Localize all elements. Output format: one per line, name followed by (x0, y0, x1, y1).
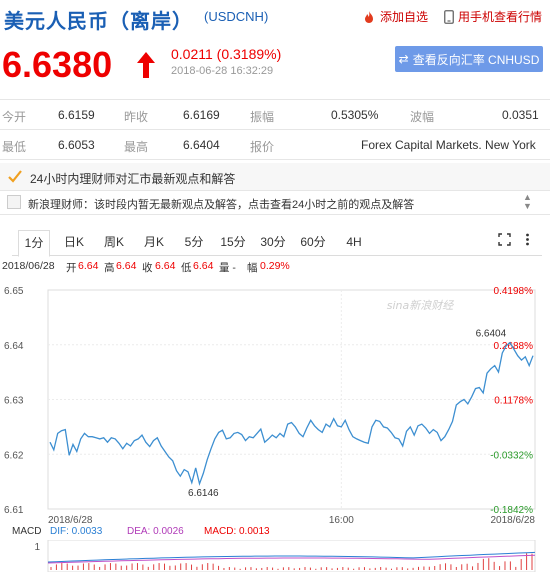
info-amp-label: 幅 (247, 262, 258, 274)
reverse-rate-button[interactable]: ⇄ 查看反向汇率 CNHUSD (395, 46, 543, 72)
high-value: 6.6404 (183, 138, 220, 152)
check-icon (8, 170, 22, 183)
stats-row: 最低 6.6053 最高 6.6404 报价 Forex Capital Mar… (0, 130, 550, 160)
news-text: 新浪理财师：该时段内暂无最新观点及解答，点击查看24小时之前的观点及解答 (28, 199, 415, 211)
info-open-label: 开 (66, 262, 77, 274)
header: 美元人民币（离岸） (USDCNH) 添加自选 用手机查看行情 (0, 0, 550, 34)
y-tick-label: 6.64 (4, 341, 24, 352)
x-tick-label: 16:00 (329, 515, 354, 526)
chart-tabs: 1分 日K 周K 月K 5分 15分 30分 60分 4H (12, 230, 542, 257)
macd-axis-label: 1 (34, 542, 40, 553)
info-volume: 量 - (219, 262, 236, 274)
pct-tick-label: 0.2688% (494, 341, 534, 352)
macd-chart: 1 (34, 540, 536, 572)
news-headline: 24小时内理财师对汇市最新观点和解答 (30, 172, 236, 186)
tab-60min[interactable]: 60分 (299, 230, 327, 256)
info-low: 6.64 (193, 260, 214, 272)
info-close: 6.64 (155, 260, 176, 272)
x-tick-label: 2018/6/28 (48, 515, 93, 526)
phone-icon (444, 9, 454, 24)
prev-close-value: 6.6169 (183, 108, 220, 122)
symbol-code: (USDCNH) (204, 9, 269, 24)
quote-panel: 6.6380 0.0211 (0.3189%) 2018-06-28 16:32… (0, 40, 550, 88)
low-value: 6.6053 (58, 138, 95, 152)
y-tick-label: 6.63 (4, 396, 24, 407)
add-favorite-label: 添加自选 (380, 10, 429, 24)
x-tick-label: 2018/6/28 (491, 515, 536, 526)
macd-label: MACD (12, 526, 42, 537)
open-label: 今开 (2, 110, 27, 124)
tab-4h[interactable]: 4H (342, 230, 366, 256)
more-menu-icon[interactable] (521, 233, 534, 246)
low-label: 最低 (2, 140, 27, 154)
avatar (7, 195, 21, 209)
quote-source-value: Forex Capital Markets. New York (361, 138, 536, 152)
ohlc-info: 2018/06/28 开 6.64 高 6.64 收 6.64 低 6.64 量… (0, 258, 550, 274)
pct-tick-label: -0.0332% (490, 450, 533, 461)
mobile-view-label: 用手机查看行情 (458, 10, 543, 24)
info-amp: 0.29% (260, 260, 290, 272)
news-item[interactable]: 新浪理财师：该时段内暂无最新观点及解答，点击查看24小时之前的观点及解答 ▲ ▼ (0, 191, 550, 215)
stats-table: 今开 6.6159 昨收 6.6169 振幅 0.5305% 波幅 0.0351… (0, 99, 550, 160)
reverse-rate-label: 查看反向汇率 CNHUSD (412, 52, 540, 67)
amplitude-label: 振幅 (250, 110, 275, 124)
price-change: 0.0211 (0.3189%) (171, 46, 282, 62)
tab-15min[interactable]: 15分 (219, 230, 247, 256)
tab-week[interactable]: 周K (102, 230, 126, 256)
y-tick-label: 6.61 (4, 505, 24, 516)
tab-5min[interactable]: 5分 (182, 230, 206, 256)
high-label: 最高 (124, 140, 149, 154)
amplitude-value: 0.5305% (331, 108, 379, 122)
flame-icon (365, 10, 373, 23)
quote-source-label: 报价 (250, 140, 275, 154)
prev-close-label: 昨收 (124, 110, 149, 124)
info-high: 6.64 (116, 260, 137, 272)
tab-day[interactable]: 日K (62, 230, 86, 256)
current-price: 6.6380 (2, 44, 113, 85)
chart-tools (498, 233, 534, 246)
tab-30min[interactable]: 30分 (259, 230, 287, 256)
arrow-up-icon (137, 52, 155, 78)
intraday-chart[interactable]: 6.65 0.4198% 6.64 0.2688% 6.63 0.1178% 6.62 -0.… (0, 276, 550, 526)
y-tick-label: 6.65 (4, 286, 24, 297)
wave-label: 波幅 (410, 110, 435, 124)
info-low-label: 低 (181, 262, 192, 274)
macd-legend: MACD DIF: 0.0033 DEA: 0.0026 MACD: 0.001… (0, 526, 550, 540)
quote-time: 2018-06-28 16:32:29 (171, 65, 274, 77)
y-tick-label: 6.62 (4, 450, 24, 461)
pct-tick-label: 0.1178% (494, 396, 533, 407)
open-value: 6.6159 (58, 108, 95, 122)
extreme-label: 6.6404 (476, 329, 507, 340)
add-favorite-button[interactable]: 添加自选 (362, 8, 428, 25)
wave-value: 0.0351 (502, 108, 539, 122)
expand-chevron-icon[interactable]: ▲ ▼ (523, 193, 532, 211)
info-close-label: 收 (142, 262, 153, 274)
extreme-label: 6.6146 (188, 488, 219, 499)
fullscreen-icon[interactable] (498, 233, 511, 246)
watermark-logo: sina新浪财经 (387, 299, 454, 312)
tab-1min[interactable]: 1分 (18, 230, 50, 257)
pct-tick-label: 0.4198% (494, 286, 534, 297)
info-open: 6.64 (78, 260, 99, 272)
swap-icon: ⇄ (398, 52, 409, 66)
mobile-view-button[interactable]: 用手机查看行情 (444, 8, 542, 25)
info-high-label: 高 (104, 262, 115, 274)
news-header[interactable]: 24小时内理财师对汇市最新观点和解答 (0, 163, 550, 191)
page-title: 美元人民币（离岸） (4, 11, 193, 33)
stats-row: 今开 6.6159 昨收 6.6169 振幅 0.5305% 波幅 0.0351 (0, 100, 550, 130)
macd-dea: DEA: 0.0026 (127, 526, 184, 537)
macd-dif: DIF: 0.0033 (50, 526, 103, 537)
tab-month[interactable]: 月K (142, 230, 166, 256)
info-date: 2018/06/28 (2, 260, 55, 272)
macd-value: MACD: 0.0013 (204, 526, 270, 537)
price-line (49, 341, 534, 487)
